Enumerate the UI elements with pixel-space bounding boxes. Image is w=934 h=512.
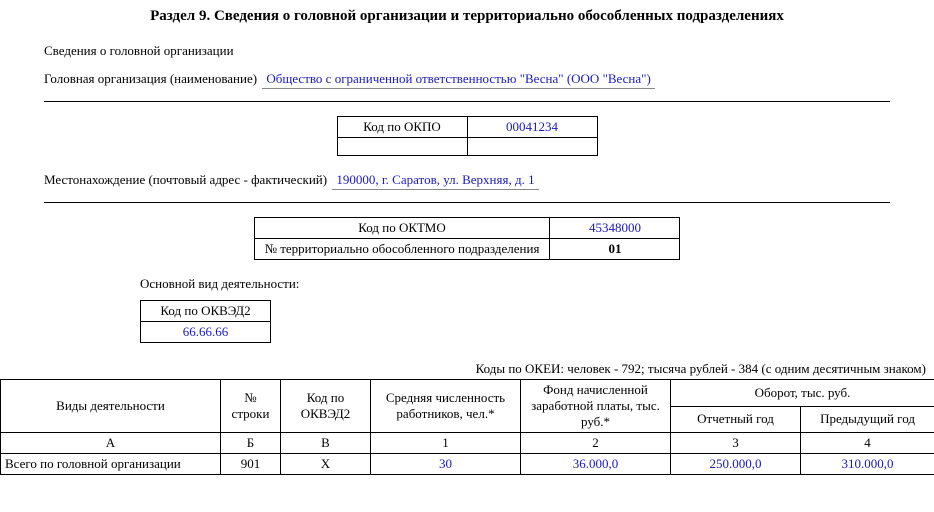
row-fond[interactable]: 36.000,0 (521, 454, 671, 475)
activity-heading: Основной вид деятельности: (140, 276, 934, 292)
row-nstr: 901 (221, 454, 281, 475)
row-pred[interactable]: 310.000,0 (801, 454, 934, 475)
empty-cell (337, 138, 467, 156)
address-label: Местонахождение (почтовый адрес - фактич… (44, 172, 327, 187)
okved-label: Код по ОКВЭД2 (141, 301, 271, 322)
letter-1: 1 (371, 433, 521, 454)
okei-line: Коды по ОКЕИ: человек - 792; тысяча рубл… (0, 361, 934, 377)
okpo-value[interactable]: 00041234 (467, 117, 597, 138)
th-sredn: Средняя численность работников, чел.* (371, 380, 521, 433)
oktmo-label: Код по ОКТМО (254, 218, 550, 239)
divider (44, 101, 890, 102)
letter-v: В (281, 433, 371, 454)
okved-table: Код по ОКВЭД2 66.66.66 (140, 300, 271, 343)
row-kod: Х (281, 454, 371, 475)
th-nstr: № строки (221, 380, 281, 433)
org-line: Головная организация (наименование) Обще… (44, 71, 934, 89)
row-sredn[interactable]: 30 (371, 454, 521, 475)
th-pred: Предыдущий год (801, 406, 934, 433)
org-label: Головная организация (наименование) (44, 71, 257, 86)
th-fond: Фонд начисленной заработной платы, тыс. … (521, 380, 671, 433)
th-oborot: Оборот, тыс. руб. (671, 380, 934, 407)
row-name: Всего по головной организации (1, 454, 221, 475)
okved-code[interactable]: 66.66.66 (141, 322, 271, 343)
letter-2: 2 (521, 433, 671, 454)
table-row: Всего по головной организации 901 Х 30 3… (1, 454, 934, 475)
letter-3: 3 (671, 433, 801, 454)
oktmo-table: Код по ОКТМО 45348000 № территориально о… (254, 217, 681, 260)
letter-a: А (1, 433, 221, 454)
main-table: Виды деятельности № строки Код по ОКВЭД2… (0, 379, 934, 475)
letter-4: 4 (801, 433, 934, 454)
divider (44, 202, 890, 203)
th-vid: Виды деятельности (1, 380, 221, 433)
row-otchet[interactable]: 250.000,0 (671, 454, 801, 475)
empty-cell (467, 138, 597, 156)
th-kod: Код по ОКВЭД2 (281, 380, 371, 433)
page-title: Раздел 9. Сведения о головной организаци… (0, 8, 934, 25)
subsection-label: Сведения о головной организации (44, 43, 934, 59)
podr-label: № территориально обособленного подраздел… (254, 239, 550, 260)
letter-b: Б (221, 433, 281, 454)
address-line: Местонахождение (почтовый адрес - фактич… (44, 172, 934, 190)
th-otchet: Отчетный год (671, 406, 801, 433)
okpo-label: Код по ОКПО (337, 117, 467, 138)
oktmo-value[interactable]: 45348000 (550, 218, 680, 239)
podr-value: 01 (550, 239, 680, 260)
org-value[interactable]: Общество с ограниченной ответственностью… (262, 71, 654, 89)
address-value[interactable]: 190000, г. Саратов, ул. Верхняя, д. 1 (332, 172, 538, 190)
okpo-table: Код по ОКПО 00041234 (337, 116, 598, 156)
